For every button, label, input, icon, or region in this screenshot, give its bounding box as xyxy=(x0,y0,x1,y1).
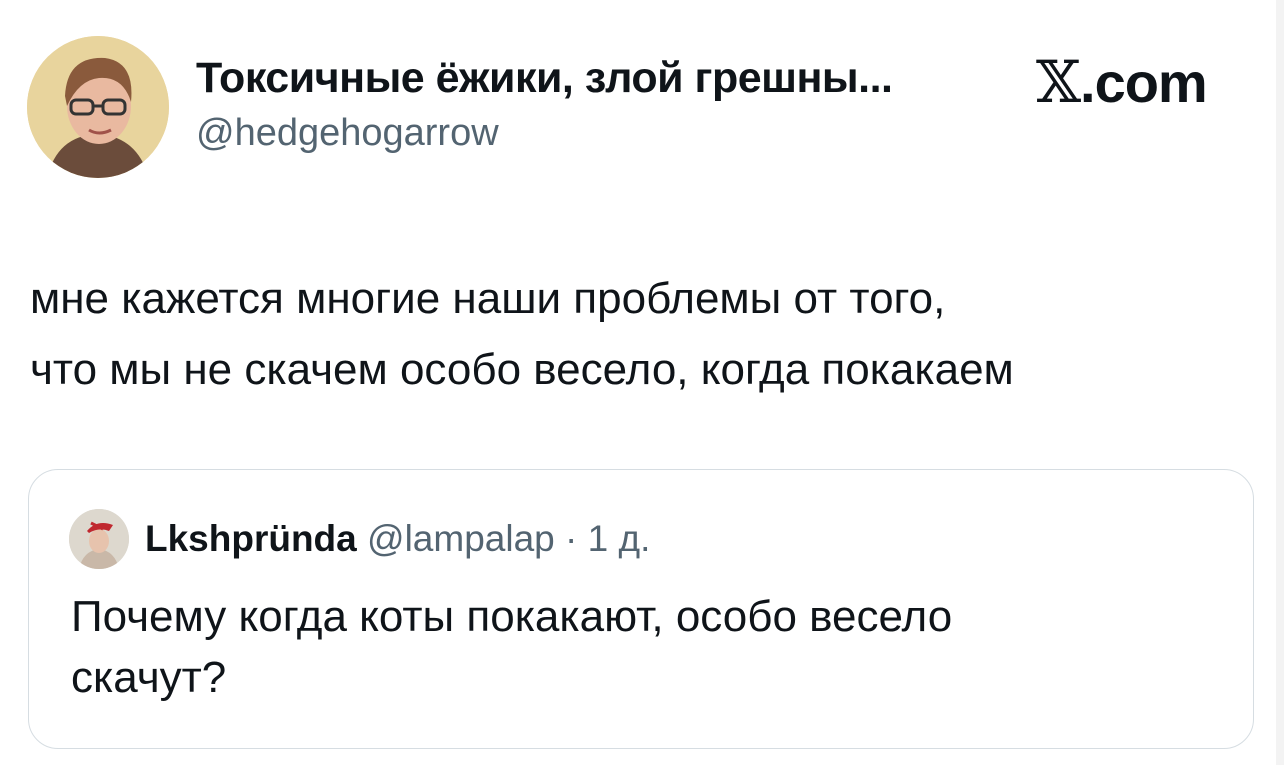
quote-timestamp[interactable]: 1 д. xyxy=(588,518,651,559)
author-display-name[interactable]: Токсичные ёжики, злой грешны... xyxy=(196,54,893,103)
author-handle[interactable]: @hedgehogarrow xyxy=(196,112,499,155)
x-logo: 𝕏.com xyxy=(1036,48,1208,116)
quote-line: скачут? xyxy=(71,653,227,702)
quote-text: Почему когда коты покакают, особо весело… xyxy=(71,586,1201,708)
quoted-tweet-card[interactable]: Lkshpründa @lampalap · 1 д. Почему когда… xyxy=(28,469,1254,749)
quote-header: Lkshpründa @lampalap · 1 д. xyxy=(145,518,650,560)
x-icon: 𝕏 xyxy=(1036,48,1081,116)
brand-domain: .com xyxy=(1080,51,1208,114)
quote-avatar-image xyxy=(69,509,129,569)
quote-author-avatar[interactable] xyxy=(69,509,129,569)
tweet-line: что мы не скачем особо весело, когда пок… xyxy=(30,345,1014,394)
quote-line: Почему когда коты покакают, особо весело xyxy=(71,592,953,641)
scrollbar[interactable] xyxy=(1276,0,1284,765)
tweet-line: мне кажется многие наши проблемы от того… xyxy=(30,274,946,323)
author-avatar-image xyxy=(27,36,169,178)
tweet-text: мне кажется многие наши проблемы от того… xyxy=(30,263,1270,405)
quote-author-name[interactable]: Lkshpründa xyxy=(145,518,357,559)
author-avatar[interactable] xyxy=(27,36,169,178)
quote-separator: · xyxy=(554,518,588,559)
quote-author-handle[interactable]: @lampalap xyxy=(367,518,555,559)
